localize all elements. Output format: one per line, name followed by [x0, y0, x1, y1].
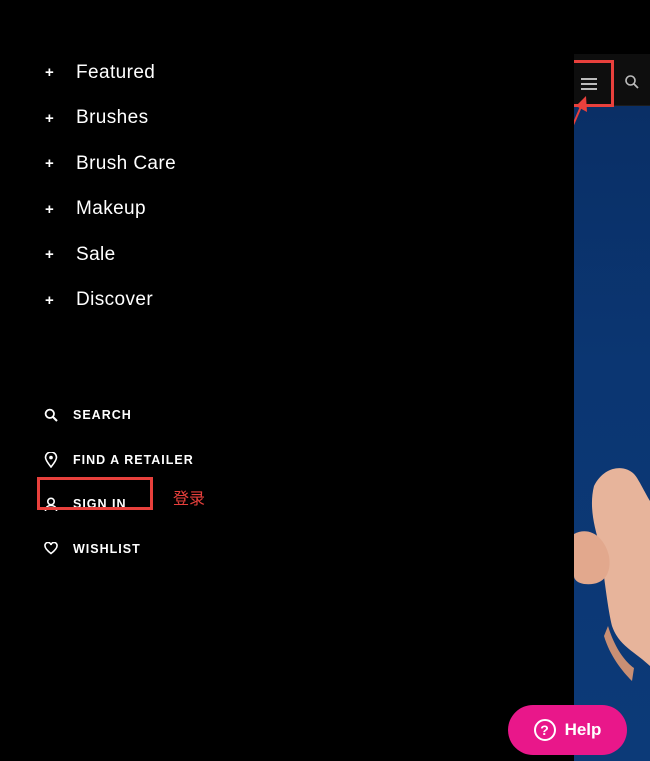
nav-item-sale[interactable]: + Sale [44, 232, 176, 278]
nav-item-label: Discover [76, 289, 154, 311]
hamburger-icon [580, 78, 597, 90]
heart-icon [44, 541, 73, 557]
expand-icon: + [45, 155, 54, 173]
expand-icon: + [45, 291, 54, 309]
hero-image [574, 106, 650, 761]
utility-links: SEARCH FIND A RETAILER SIGN IN WISHLIST [44, 393, 194, 571]
expand-icon: + [45, 200, 54, 218]
nav-item-label: Featured [76, 61, 156, 83]
search-icon[interactable] [624, 74, 640, 90]
user-icon [44, 496, 73, 512]
search-link[interactable]: SEARCH [44, 393, 194, 438]
nav-item-brush-care[interactable]: + Brush Care [44, 141, 176, 187]
expand-icon: + [45, 64, 54, 82]
sign-in-label: SIGN IN [73, 497, 127, 512]
wishlist-link[interactable]: WISHLIST [44, 527, 194, 572]
question-icon: ? [533, 719, 556, 741]
nav-item-label: Sale [76, 243, 116, 265]
expand-icon: + [45, 109, 54, 127]
search-icon [44, 407, 73, 423]
help-label: Help [564, 720, 602, 739]
help-button[interactable]: ? Help [508, 705, 627, 755]
sign-in-link[interactable]: SIGN IN [44, 482, 194, 527]
navigation-drawer: + Featured + Brushes + Brush Care + Make… [0, 0, 574, 761]
wishlist-label: WISHLIST [73, 541, 141, 556]
expand-icon: + [45, 246, 54, 264]
main-nav-list: + Featured + Brushes + Brush Care + Make… [44, 50, 176, 323]
nav-item-discover[interactable]: + Discover [44, 278, 176, 324]
nav-item-label: Makeup [76, 198, 146, 220]
location-pin-icon [44, 451, 73, 468]
find-retailer-link[interactable]: FIND A RETAILER [44, 438, 194, 483]
nav-item-label: Brush Care [76, 152, 177, 174]
nav-item-makeup[interactable]: + Makeup [44, 187, 176, 233]
search-link-label: SEARCH [73, 408, 132, 423]
nav-item-label: Brushes [76, 107, 149, 129]
annotation-label: 登录 [173, 489, 206, 508]
nav-item-featured[interactable]: + Featured [44, 50, 176, 96]
nav-item-brushes[interactable]: + Brushes [44, 96, 176, 142]
find-retailer-label: FIND A RETAILER [73, 452, 194, 467]
